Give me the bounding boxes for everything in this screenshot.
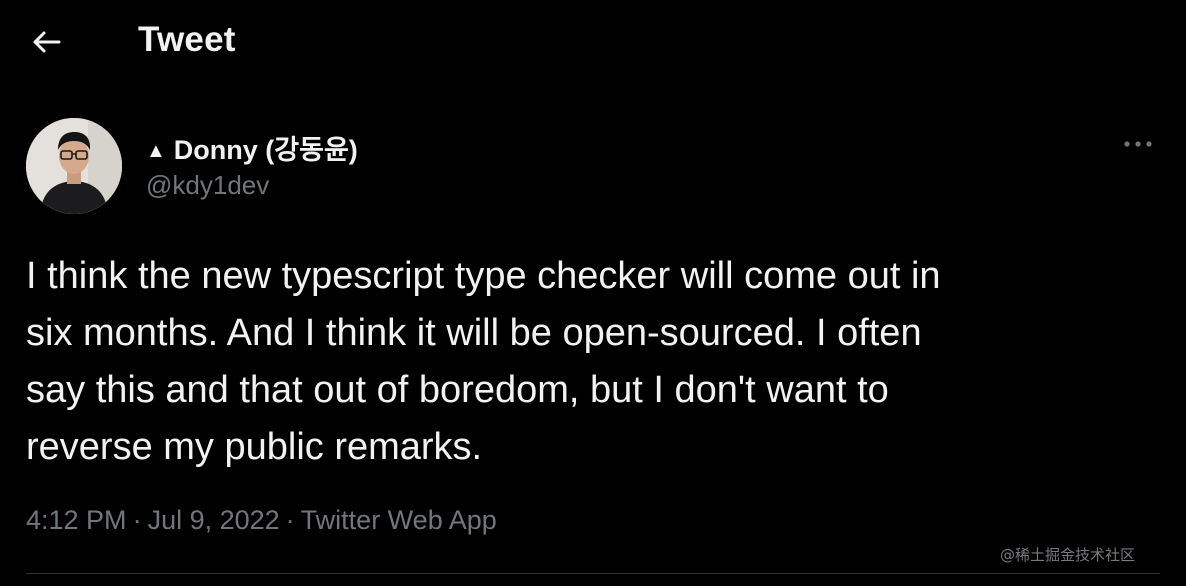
meta-separator: · (132, 505, 142, 535)
more-options-button[interactable] (1118, 130, 1158, 158)
top-header: Tweet (0, 0, 1186, 84)
arrow-left-icon (33, 31, 61, 53)
tweet-time: 4:12 PM (26, 505, 127, 535)
author-display-name: Donny (강동윤) (173, 135, 358, 165)
tweet-text: I think the new typescript type checker … (26, 255, 941, 468)
divider (26, 573, 1160, 574)
tweet-date: Jul 9, 2022 (147, 505, 280, 535)
watermark: @稀土掘金技术社区 (1000, 546, 1136, 564)
back-button[interactable] (28, 24, 64, 60)
meta-separator: · (285, 505, 295, 535)
more-horizontal-icon (1124, 141, 1152, 147)
tweet-meta: 4:12 PM · Jul 9, 2022 · Twitter Web App (26, 505, 497, 536)
author-name-link[interactable]: ▲ Donny (강동윤) (146, 128, 358, 167)
avatar-photo (26, 118, 122, 214)
tweet-time-link[interactable]: 4:12 PM · Jul 9, 2022 (26, 505, 280, 535)
author-avatar[interactable] (26, 118, 122, 214)
triangle-badge-icon: ▲ (146, 140, 166, 162)
author-handle[interactable]: @kdy1dev (146, 170, 269, 201)
tweet-source-link[interactable]: Twitter Web App (301, 505, 497, 535)
page-title: Tweet (138, 20, 236, 59)
